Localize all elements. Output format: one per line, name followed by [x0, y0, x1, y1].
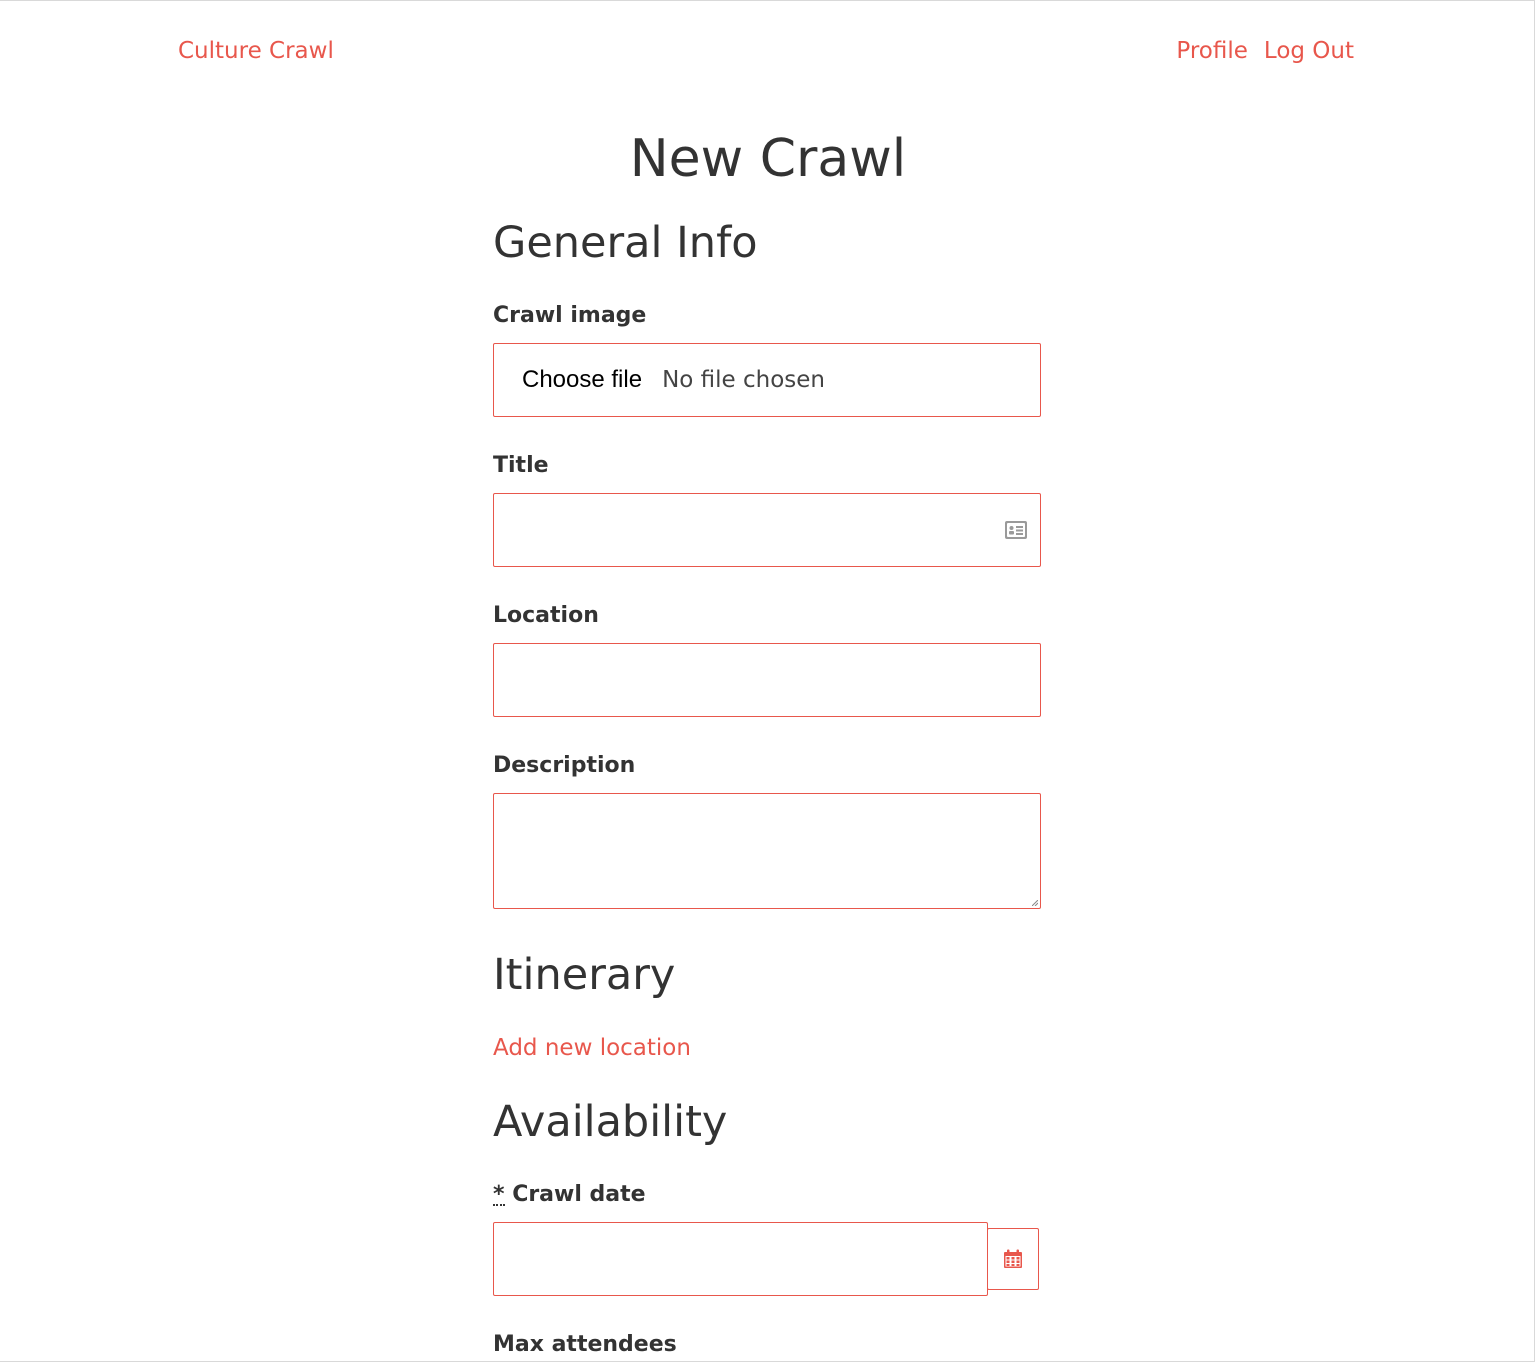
- section-heading-availability: Availability: [493, 1097, 728, 1147]
- crawl-date-label: * Crawl date: [493, 1181, 646, 1209]
- calendar-icon: [1004, 1249, 1022, 1268]
- section-heading-general-info: General Info: [493, 218, 758, 268]
- section-heading-itinerary: Itinerary: [493, 950, 676, 1000]
- brand-link[interactable]: Culture Crawl: [178, 36, 334, 66]
- description-label: Description: [493, 753, 636, 778]
- max-attendees-label: Max attendees: [493, 1332, 677, 1357]
- description-textarea[interactable]: [494, 794, 1040, 908]
- file-status-text: No file chosen: [662, 367, 826, 393]
- crawl-image-label: Crawl image: [493, 303, 647, 328]
- crawl-date-field-wrapper: [493, 1222, 988, 1296]
- choose-file-button[interactable]: Choose file: [522, 366, 642, 394]
- description-field-wrapper: [493, 793, 1041, 909]
- required-mark: *: [493, 1182, 505, 1207]
- crawl-date-picker-button[interactable]: [987, 1228, 1039, 1290]
- nav-link-logout[interactable]: Log Out: [1264, 36, 1354, 66]
- add-new-location-link[interactable]: Add new location: [493, 1033, 691, 1063]
- contact-card-icon[interactable]: [1004, 520, 1028, 540]
- location-input[interactable]: [494, 644, 1040, 716]
- location-label: Location: [493, 603, 599, 628]
- title-input[interactable]: [494, 494, 1040, 566]
- crawl-date-input[interactable]: [494, 1223, 987, 1295]
- title-label: Title: [493, 453, 549, 478]
- title-field-wrapper: [493, 493, 1041, 567]
- page-title: New Crawl: [629, 129, 907, 189]
- crawl-image-file-input[interactable]: Choose file No file chosen: [493, 343, 1041, 417]
- nav-links: Profile Log Out: [1176, 36, 1354, 66]
- crawl-date-label-text: Crawl date: [512, 1182, 646, 1207]
- navbar: Culture Crawl Profile Log Out: [0, 0, 1536, 100]
- nav-link-profile[interactable]: Profile: [1176, 36, 1248, 66]
- location-field-wrapper: [493, 643, 1041, 717]
- resize-grip-icon[interactable]: [1032, 900, 1038, 906]
